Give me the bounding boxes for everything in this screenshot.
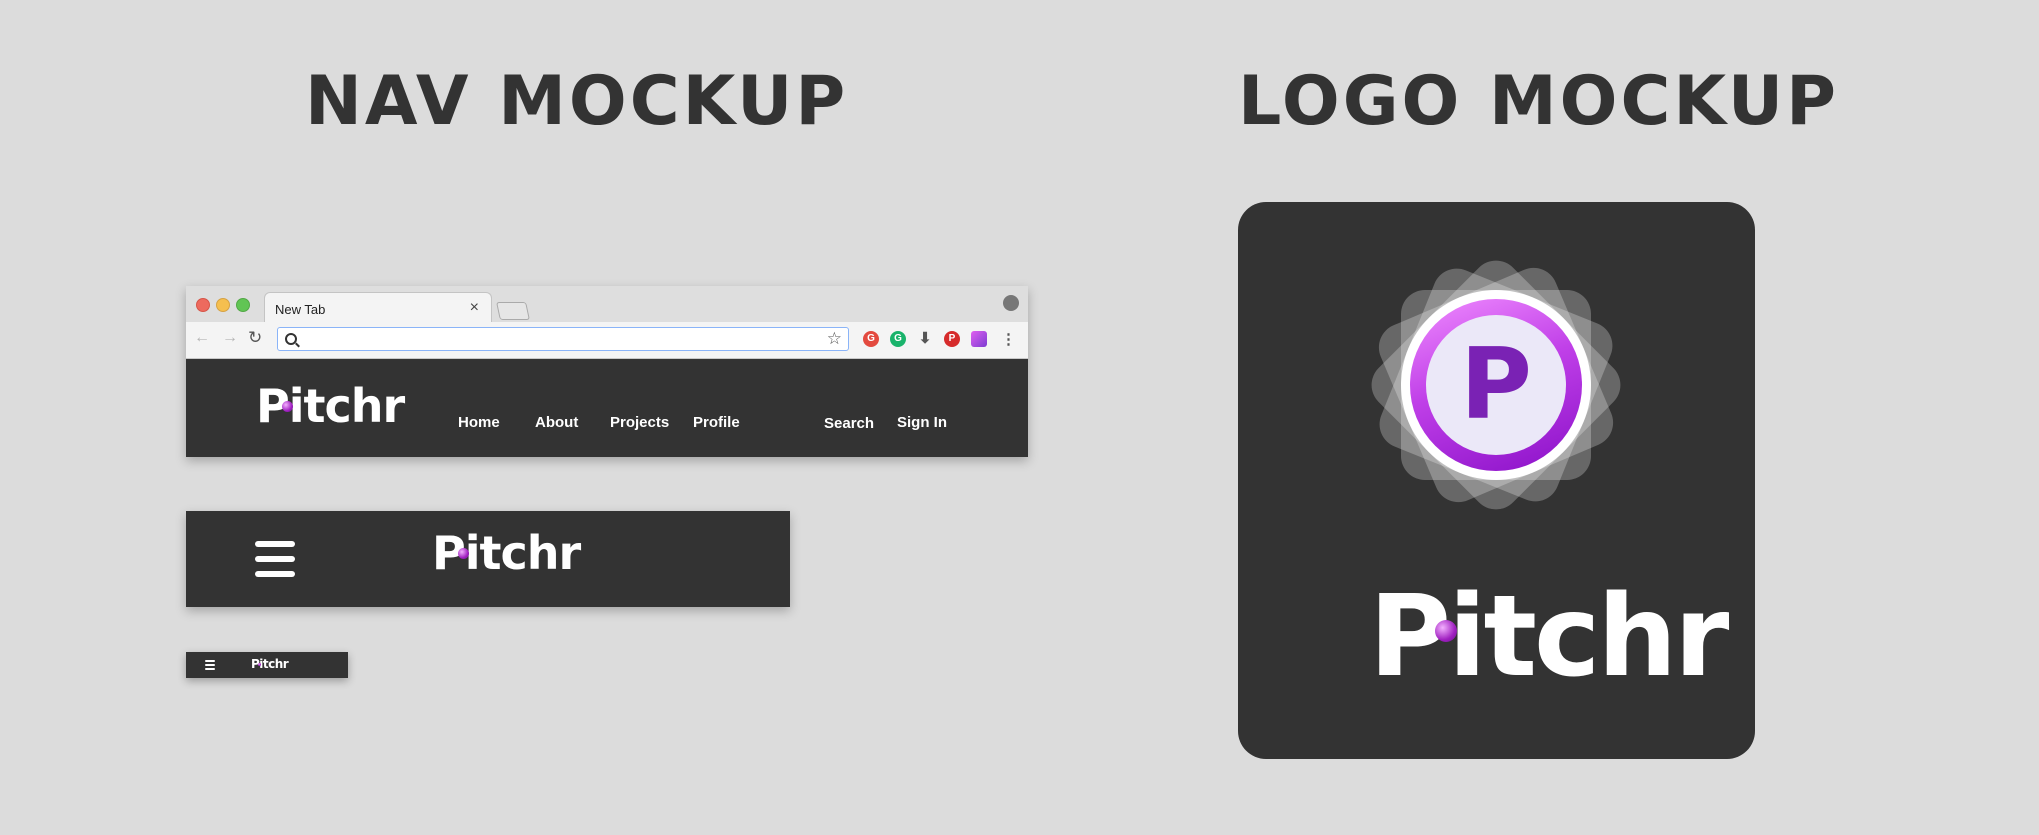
reload-icon[interactable]: ↻ [248, 328, 262, 348]
pitchr-wordmark: Pitchr [1369, 572, 1729, 702]
nav-link-about[interactable]: About [535, 414, 578, 431]
logo-mockup-heading: LOGO MOCKUP [1238, 62, 1839, 141]
browser-menu-icon[interactable]: ⋮ [1001, 330, 1016, 348]
tab-new-tab[interactable]: New Tab × [264, 292, 492, 323]
download-extension-icon[interactable]: ⬇ [917, 331, 933, 347]
profile-icon[interactable] [1003, 295, 1019, 311]
new-tab-button[interactable] [496, 302, 530, 320]
pinterest-extension-icon[interactable]: P [944, 331, 960, 347]
address-input[interactable] [304, 330, 818, 350]
back-icon[interactable]: ← [194, 329, 210, 347]
nav-mockup-heading: NAV MOCKUP [305, 62, 849, 141]
desktop-browser-window: New Tab × ← → ↻ ☆ G G ⬇ P ⋮ Pitchr Home … [186, 286, 1028, 457]
logo-rest: itchr [259, 657, 289, 671]
tab-title: New Tab [275, 302, 326, 317]
minimize-window-icon[interactable] [216, 298, 230, 312]
close-window-icon[interactable] [196, 298, 210, 312]
mobile-site-nav: Pitchr [186, 652, 348, 678]
grammarly-extension-icon[interactable]: G [890, 331, 906, 347]
logo-dot-icon [282, 401, 293, 412]
nav-link-sign-in[interactable]: Sign In [897, 414, 947, 431]
nav-link-projects[interactable]: Projects [610, 414, 669, 431]
logo-rest: itchr [464, 526, 581, 580]
search-icon [285, 333, 297, 345]
logo-dot-icon [258, 663, 261, 666]
logo-dot-icon [458, 548, 469, 559]
hamburger-menu-icon[interactable] [205, 660, 215, 670]
address-bar[interactable]: ☆ [277, 327, 849, 351]
nav-link-profile[interactable]: Profile [693, 414, 740, 431]
tab-strip: New Tab × [186, 286, 1028, 323]
logo-rest: itchr [288, 379, 405, 433]
desktop-site-nav: Pitchr Home About Projects Profile Searc… [186, 359, 1028, 457]
pitchr-extension-icon[interactable] [971, 331, 987, 347]
pitchr-logo[interactable]: Pitchr [432, 526, 581, 580]
pitchr-logo[interactable]: Pitchr [256, 379, 405, 433]
browser-toolbar: ← → ↻ ☆ G G ⬇ P ⋮ [186, 322, 1028, 359]
badge-letter: P [1460, 328, 1532, 442]
tab-close-icon[interactable]: × [470, 299, 479, 317]
nav-link-home[interactable]: Home [458, 414, 500, 431]
grammar-extension-icon[interactable]: G [863, 331, 879, 347]
hamburger-menu-icon[interactable] [255, 541, 295, 581]
logo-rest: itchr [1448, 572, 1729, 702]
tablet-site-nav: Pitchr [186, 511, 790, 607]
nav-link-search[interactable]: Search [824, 415, 874, 432]
pitchr-badge-icon: P [1361, 250, 1631, 520]
logo-mockup-card: P Pitchr [1238, 202, 1755, 759]
logo-dot-icon [1435, 620, 1457, 642]
maximize-window-icon[interactable] [236, 298, 250, 312]
forward-icon[interactable]: → [222, 329, 238, 347]
pitchr-logo[interactable]: Pitchr [251, 657, 289, 671]
bookmark-star-icon[interactable]: ☆ [827, 329, 842, 349]
